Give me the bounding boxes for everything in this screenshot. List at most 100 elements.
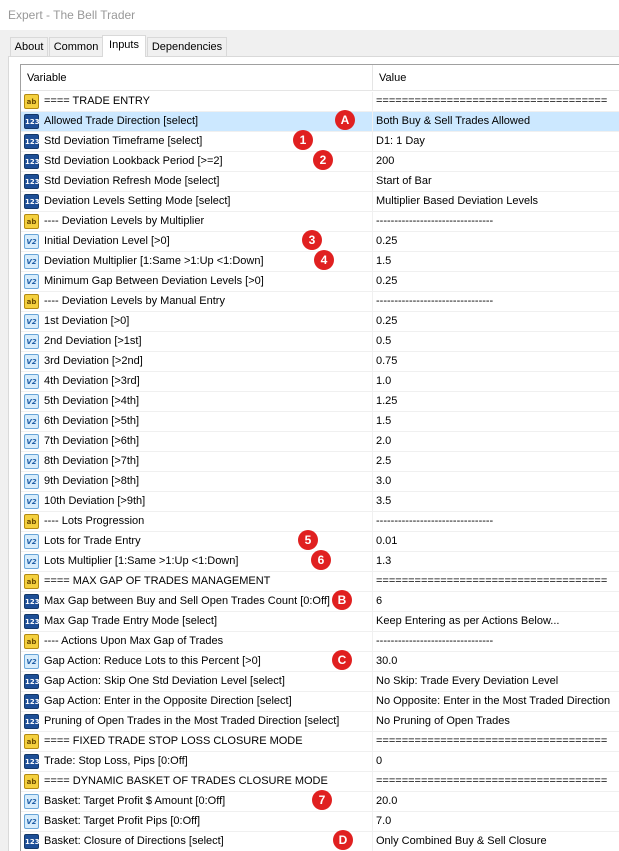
grid-header: Variable Value	[21, 65, 619, 91]
param-value[interactable]: --------------------------------	[372, 292, 619, 311]
param-value[interactable]: ====================================	[372, 772, 619, 791]
integer-param-icon: 123	[24, 614, 40, 629]
param-value[interactable]: No Skip: Trade Every Deviation Level	[372, 672, 619, 691]
param-row[interactable]: 123 Trade: Stop Loss, Pips [0:Off] 0	[21, 752, 619, 772]
param-row[interactable]: ab ---- Deviation Levels by Manual Entry -…	[21, 292, 619, 312]
param-value[interactable]: 0.01	[372, 532, 619, 551]
param-row[interactable]: V2 8th Deviation [>7th] 2.5	[21, 452, 619, 472]
param-row[interactable]: V2 Basket: Target Profit Pips [0:Off] 7.0	[21, 812, 619, 832]
param-row[interactable]: V2 4th Deviation [>3rd] 1.0	[21, 372, 619, 392]
param-row[interactable]: ab ---- Lots Progression -----------------…	[21, 512, 619, 532]
param-value[interactable]: 0.25	[372, 312, 619, 331]
param-value[interactable]: Keep Entering as per Actions Below...	[372, 612, 619, 631]
param-value[interactable]: 0.25	[372, 272, 619, 291]
param-row[interactable]: 123 Deviation Levels Setting Mode [select…	[21, 192, 619, 212]
param-name: Pruning of Open Trades in the Most Trade…	[44, 715, 340, 727]
param-value[interactable]: Multiplier Based Deviation Levels	[372, 192, 619, 211]
param-row[interactable]: 123 Std Deviation Refresh Mode [select] St…	[21, 172, 619, 192]
tab-common[interactable]: Common	[49, 37, 103, 56]
double-param-icon: V2	[24, 554, 39, 569]
double-param-icon: V2	[24, 474, 39, 489]
param-row[interactable]: V2 6th Deviation [>5th] 1.5	[21, 412, 619, 432]
param-row[interactable]: 123 Max Gap Trade Entry Mode [select] Keep…	[21, 612, 619, 632]
param-row[interactable]: ab ==== TRADE ENTRY ======================…	[21, 92, 619, 112]
param-value[interactable]: 3.0	[372, 472, 619, 491]
param-row[interactable]: V2 5th Deviation [>4th] 1.25	[21, 392, 619, 412]
param-name: 8th Deviation [>7th]	[44, 455, 140, 467]
param-name: Allowed Trade Direction [select]	[44, 115, 199, 127]
param-value[interactable]: No Opposite: Enter in the Most Traded Di…	[372, 692, 619, 711]
param-row[interactable]: V2 1st Deviation [>0] 0.25	[21, 312, 619, 332]
param-name: 9th Deviation [>8th]	[44, 475, 140, 487]
param-value[interactable]: --------------------------------	[372, 632, 619, 651]
param-value[interactable]: 0.75	[372, 352, 619, 371]
integer-param-icon: 123	[24, 194, 40, 209]
param-value[interactable]: 1.3	[372, 552, 619, 571]
string-param-icon: ab	[24, 634, 39, 649]
param-value[interactable]: 20.0	[372, 792, 619, 811]
param-value[interactable]: 7.0	[372, 812, 619, 831]
param-name: ---- Deviation Levels by Manual Entry	[44, 295, 225, 307]
variable-column-header[interactable]: Variable	[21, 65, 372, 91]
param-value[interactable]: --------------------------------	[372, 512, 619, 531]
param-row[interactable]: V2 7th Deviation [>6th] 2.0	[21, 432, 619, 452]
param-row[interactable]: ab ==== FIXED TRADE STOP LOSS CLOSURE MOD…	[21, 732, 619, 752]
param-value[interactable]: 1.5	[372, 412, 619, 431]
param-row[interactable]: V2 10th Deviation [>9th] 3.5	[21, 492, 619, 512]
param-row[interactable]: V2 Lots for Trade Entry 0.01	[21, 532, 619, 552]
param-value[interactable]: 6	[372, 592, 619, 611]
param-value[interactable]: Only Combined Buy & Sell Closure	[372, 832, 619, 851]
param-name: ---- Deviation Levels by Multiplier	[44, 215, 205, 227]
param-name: 1st Deviation [>0]	[44, 315, 130, 327]
param-row[interactable]: V2 Gap Action: Reduce Lots to this Percen…	[21, 652, 619, 672]
param-row[interactable]: V2 3rd Deviation [>2nd] 0.75	[21, 352, 619, 372]
param-value[interactable]: ====================================	[372, 92, 619, 111]
param-value[interactable]: 0.25	[372, 232, 619, 251]
param-row[interactable]: ab ==== DYNAMIC BASKET OF TRADES CLOSURE …	[21, 772, 619, 792]
param-value[interactable]: 3.5	[372, 492, 619, 511]
param-row[interactable]: ab ---- Deviation Levels by Multiplier ---…	[21, 212, 619, 232]
param-value[interactable]: 0.5	[372, 332, 619, 351]
param-name: Trade: Stop Loss, Pips [0:Off]	[44, 755, 188, 767]
param-value[interactable]: 1.5	[372, 252, 619, 271]
annotation-marker: 3	[302, 230, 322, 250]
param-value[interactable]: ====================================	[372, 572, 619, 591]
param-row[interactable]: ab ---- Actions Upon Max Gap of Trades ---…	[21, 632, 619, 652]
param-name: Std Deviation Lookback Period [>=2]	[44, 155, 223, 167]
param-row[interactable]: V2 Minimum Gap Between Deviation Levels […	[21, 272, 619, 292]
param-row[interactable]: 123 Basket: Closure of Directions [select…	[21, 832, 619, 851]
value-column-header[interactable]: Value	[372, 65, 619, 91]
param-row[interactable]: 123 Pruning of Open Trades in the Most Tr…	[21, 712, 619, 732]
integer-param-icon: 123	[24, 674, 40, 689]
parameters-grid: Variable Value ab ==== TRADE ENTRY =======…	[20, 64, 619, 851]
string-param-icon: ab	[24, 774, 39, 789]
param-row[interactable]: 123 Gap Action: Skip One Std Deviation Le…	[21, 672, 619, 692]
param-value[interactable]: 0	[372, 752, 619, 771]
param-value[interactable]: D1: 1 Day	[372, 132, 619, 151]
param-row[interactable]: V2 2nd Deviation [>1st] 0.5	[21, 332, 619, 352]
param-value[interactable]: No Pruning of Open Trades	[372, 712, 619, 731]
tab-dependencies[interactable]: Dependencies	[147, 37, 227, 56]
param-row[interactable]: 123 Gap Action: Enter in the Opposite Dir…	[21, 692, 619, 712]
param-value[interactable]: 1.25	[372, 392, 619, 411]
double-param-icon: V2	[24, 534, 39, 549]
param-value[interactable]: 1.0	[372, 372, 619, 391]
param-value[interactable]: 2.0	[372, 432, 619, 451]
param-name: Gap Action: Skip One Std Deviation Level…	[44, 675, 285, 687]
param-row[interactable]: 123 Allowed Trade Direction [select] Both …	[21, 112, 619, 132]
param-name: Std Deviation Timeframe [select]	[44, 135, 203, 147]
param-value[interactable]: 200	[372, 152, 619, 171]
param-value[interactable]: ====================================	[372, 732, 619, 751]
param-row[interactable]: ab ==== MAX GAP OF TRADES MANAGEMENT =====…	[21, 572, 619, 592]
param-value[interactable]: 2.5	[372, 452, 619, 471]
param-value[interactable]: Both Buy & Sell Trades Allowed	[372, 112, 619, 131]
tab-about[interactable]: About	[10, 37, 48, 56]
param-name: ==== FIXED TRADE STOP LOSS CLOSURE MODE	[44, 735, 303, 747]
tab-inputs[interactable]: Inputs	[102, 35, 146, 57]
param-row[interactable]: V2 9th Deviation [>8th] 3.0	[21, 472, 619, 492]
param-value[interactable]: --------------------------------	[372, 212, 619, 231]
param-value[interactable]: 30.0	[372, 652, 619, 671]
param-row[interactable]: 123 Std Deviation Timeframe [select] D1: 1…	[21, 132, 619, 152]
param-value[interactable]: Start of Bar	[372, 172, 619, 191]
param-row[interactable]: 123 Max Gap between Buy and Sell Open Tra…	[21, 592, 619, 612]
